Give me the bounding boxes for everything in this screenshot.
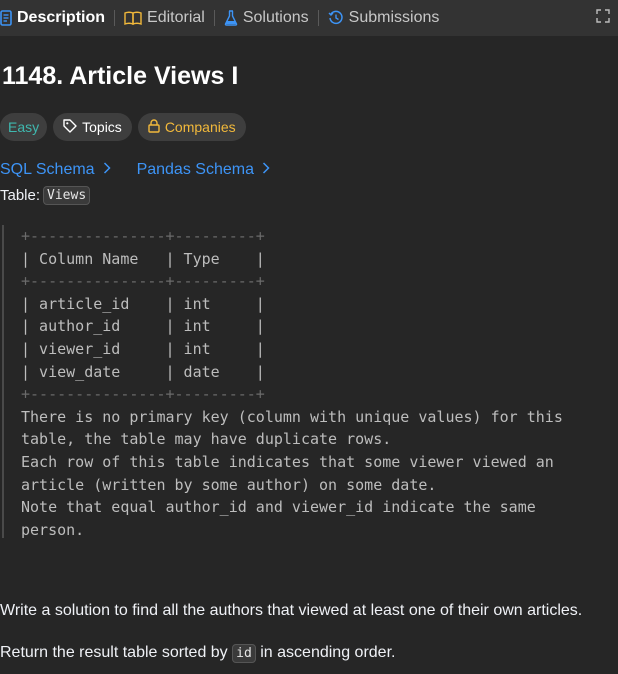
table-prefix: Table:	[0, 187, 41, 204]
note-line: table, the table may have duplicate rows…	[21, 430, 392, 449]
pandas-schema-label: Pandas Schema	[136, 161, 254, 178]
schema-links: SQL Schema Pandas Schema	[0, 161, 270, 179]
difficulty-label: Easy	[8, 119, 40, 135]
tab-editorial-label: Editorial	[147, 9, 205, 26]
tab-submissions[interactable]: Submissions	[328, 9, 440, 27]
companies-button[interactable]: Companies	[137, 113, 246, 141]
flask-icon	[224, 10, 238, 26]
note-line: Note that equal author_id and viewer_id …	[21, 498, 536, 517]
expand-icon[interactable]	[596, 9, 610, 28]
problem-title: 1148. Article Views I	[2, 62, 239, 90]
topics-label: Topics	[82, 119, 122, 135]
tag-icon	[63, 118, 77, 136]
schema-pre: +---------------+---------+ | Column Nam…	[21, 225, 563, 541]
history-icon	[328, 10, 344, 26]
difficulty-badge: Easy	[0, 113, 48, 141]
description-icon	[0, 10, 12, 26]
book-icon	[124, 11, 142, 25]
tab-solutions-label: Solutions	[242, 9, 309, 26]
table-row: | article_id | int |	[21, 294, 265, 313]
schema-code-block: +---------------+---------+ | Column Nam…	[2, 225, 618, 541]
note-line: Each row of this table indicates that so…	[21, 452, 554, 471]
chevron-right-icon	[103, 161, 111, 179]
sql-schema-label: SQL Schema	[0, 161, 95, 178]
companies-label: Companies	[164, 119, 236, 135]
tab-submissions-label: Submissions	[348, 9, 440, 26]
tab-description-label: Description	[17, 9, 106, 26]
task-description: Write a solution to find all the authors…	[0, 602, 583, 619]
tab-divider	[317, 10, 319, 26]
problem-tags: Easy Topics Companies	[0, 113, 246, 141]
pandas-schema-link[interactable]: Pandas Schema	[137, 161, 270, 179]
return-code: id	[232, 644, 256, 663]
table-border-bottom: +---------------+---------+	[21, 385, 265, 404]
tab-bar: Description Editorial Solutions Submissi…	[0, 0, 618, 36]
table-border-mid: +---------------+---------+	[21, 272, 265, 291]
table-border-top: +---------------+---------+	[21, 227, 265, 245]
tab-solutions[interactable]: Solutions	[224, 9, 309, 27]
chevron-right-icon	[262, 161, 270, 179]
return-suffix: in ascending order.	[260, 644, 396, 661]
tab-divider	[213, 10, 215, 26]
tab-description[interactable]: Description	[0, 9, 105, 27]
note-line: article (written by some author) on some…	[21, 475, 437, 494]
return-prefix: Return the result table sorted by	[0, 644, 228, 661]
table-row: | author_id | int |	[21, 317, 265, 336]
topics-button[interactable]: Topics	[53, 113, 132, 141]
tab-editorial[interactable]: Editorial	[124, 9, 205, 27]
lock-icon	[148, 118, 160, 136]
return-description: Return the result table sorted by id in …	[0, 644, 396, 663]
table-row: | view_date | date |	[21, 362, 265, 381]
table-name-line: Table: Views	[0, 186, 91, 205]
note-line: There is no primary key (column with uni…	[21, 407, 563, 426]
table-row: | viewer_id | int |	[21, 339, 265, 358]
table-header-row: | Column Name | Type |	[21, 249, 265, 268]
table-name-code: Views	[43, 186, 91, 205]
tab-divider	[114, 10, 116, 26]
sql-schema-link[interactable]: SQL Schema	[0, 161, 111, 179]
note-line: person.	[21, 520, 85, 539]
